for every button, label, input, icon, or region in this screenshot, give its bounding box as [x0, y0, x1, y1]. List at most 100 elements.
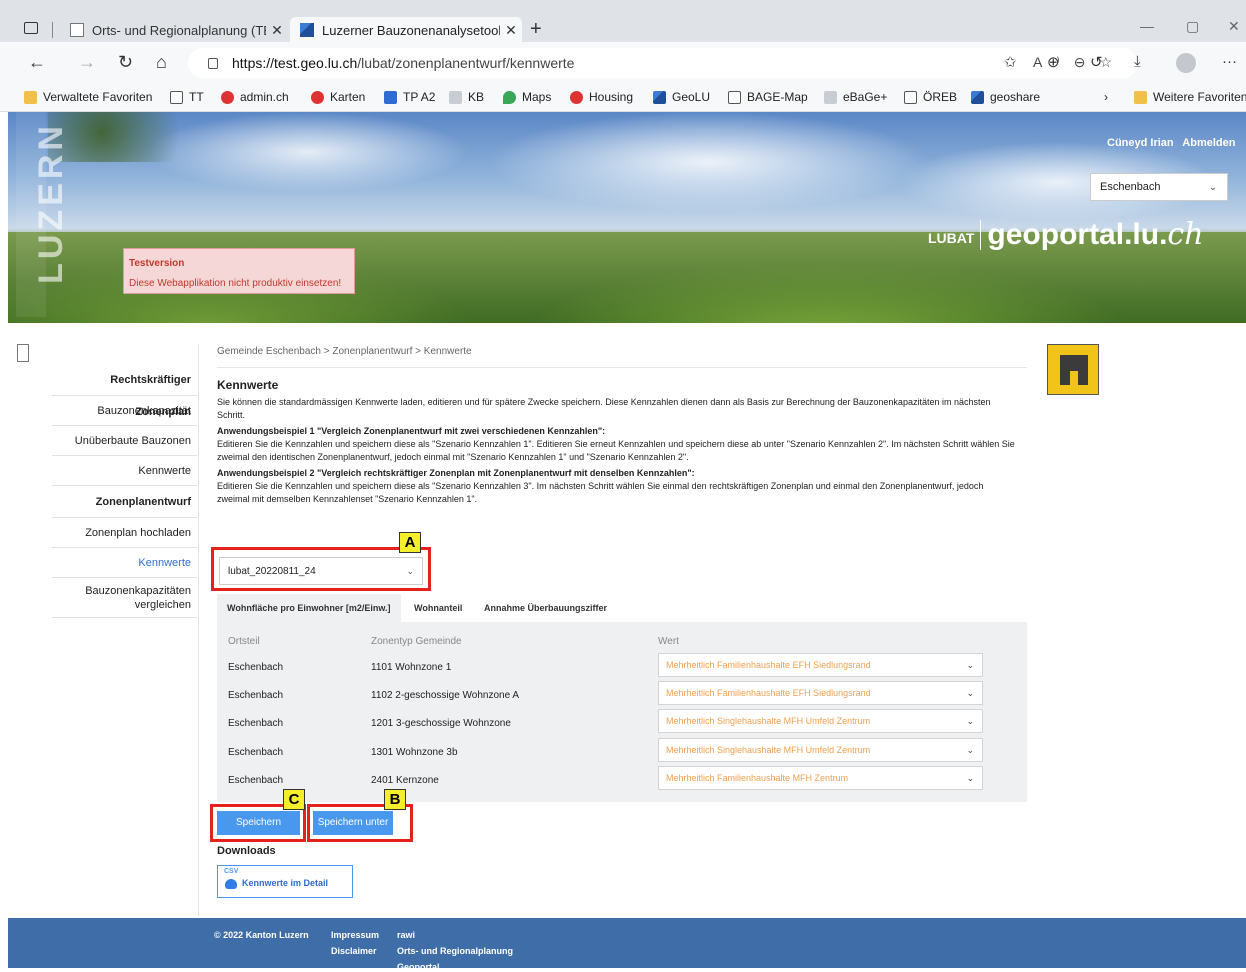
bookmark-item[interactable]: BAGE-Map	[728, 90, 808, 104]
new-tab-button[interactable]: +	[530, 18, 542, 41]
bookmark-item[interactable]: ÖREB	[904, 90, 957, 104]
chevron-down-icon: ⌄	[966, 745, 974, 755]
sidebar-item-rechtskraeftiger-zonenplan[interactable]: Rechtskräftiger Zonenplan	[52, 364, 197, 418]
user-name-link[interactable]: Cüneyd Irian	[1107, 137, 1174, 149]
wert-select[interactable]: Mehrheitlich Singlehaushalte MFH Umfeld …	[658, 738, 983, 762]
bookmark-item[interactable]: Maps	[503, 90, 551, 104]
save-as-button[interactable]: Speichern unter	[313, 811, 393, 835]
cell-ortsteil: Eschenbach	[228, 775, 284, 786]
close-tab-icon[interactable]: ✕	[500, 22, 522, 39]
chevron-right-icon[interactable]: ›	[1104, 90, 1108, 104]
bookmark-item[interactable]: Verwaltete Favoriten	[24, 90, 152, 104]
example1-text: Editieren Sie die Kennzahlen und speiche…	[217, 439, 1015, 462]
bookmark-item[interactable]: KB	[449, 90, 484, 104]
bookmark-item[interactable]: eBaGe+	[824, 90, 887, 104]
csv-tag: CSV	[224, 868, 239, 875]
example1-title: Anwendungsbeispiel 1 "Vergleich Zonenpla…	[217, 426, 606, 436]
footer-copyright: © 2022 Kanton Luzern	[214, 930, 309, 940]
bookmark-label: geoshare	[990, 90, 1041, 104]
minimize-icon[interactable]: —	[1140, 18, 1154, 34]
sidebar-item-kennwerte[interactable]: Kennwerte	[52, 456, 197, 486]
save-button[interactable]: Speichern	[217, 811, 300, 835]
cell-zonentyp: 1101 Wohnzone 1	[371, 662, 452, 673]
main-content: Gemeinde Eschenbach > Zonenplanentwurf >…	[217, 344, 1027, 506]
wert-value: Mehrheitlich Singlehaushalte MFH Umfeld …	[666, 716, 871, 726]
bookmark-item[interactable]: TT	[170, 90, 204, 104]
window-menu-icon[interactable]	[24, 22, 38, 34]
bookmark-item[interactable]: TP A2	[384, 90, 435, 104]
annotation-marker-c: C	[283, 789, 305, 810]
annotation-marker-a: A	[399, 532, 421, 553]
brand-geoportal-text: geoportal.lu.	[987, 218, 1168, 251]
footer-disclaimer-link[interactable]: Disclaimer	[331, 946, 377, 956]
bookmark-folder-more[interactable]: Weitere Favoriten	[1134, 90, 1246, 104]
wert-select[interactable]: Mehrheitlich Familienhaushalte MFH Zentr…	[658, 766, 983, 790]
geolu-icon	[971, 90, 984, 104]
sidebar-item-zonenplanentwurf[interactable]: Zonenplanentwurf	[52, 486, 197, 518]
logout-link[interactable]: Abmelden	[1182, 137, 1235, 149]
kennwert-table: Ortsteil Zonentyp Gemeinde Wert Eschenba…	[217, 622, 1027, 802]
breadcrumb[interactable]: Gemeinde Eschenbach > Zonenplanentwurf >…	[217, 344, 1027, 368]
forward-icon[interactable]: →	[78, 52, 96, 73]
reload-icon[interactable]: ↻	[118, 52, 133, 73]
geolu-icon	[653, 90, 666, 104]
eschenbach-coat-of-arms	[1047, 344, 1099, 395]
page-icon	[824, 90, 837, 104]
profile-avatar[interactable]	[1176, 53, 1196, 73]
page-icon	[904, 90, 917, 104]
bookmark-item[interactable]: Karten	[311, 90, 365, 104]
divider	[198, 344, 199, 916]
footer-rawi-link[interactable]: rawi	[397, 930, 415, 940]
home-icon[interactable]: ⌂	[156, 52, 167, 73]
close-window-icon[interactable]: ✕	[1228, 18, 1240, 35]
page-title: Kennwerte	[217, 378, 279, 392]
footer-impressum-link[interactable]: Impressum	[331, 930, 379, 940]
sidebar-item-zonenplan-hochladen[interactable]: Zonenplan hochladen	[52, 518, 197, 548]
more-icon[interactable]: ···	[1222, 53, 1237, 70]
footer-orts-link[interactable]: Orts- und Regionalplanung	[397, 946, 513, 956]
tree-image	[48, 112, 228, 162]
history-icon[interactable]: ↺	[1090, 53, 1103, 71]
bookmark-item[interactable]: admin.ch	[221, 90, 289, 104]
footer-geoportal-link[interactable]: Geoportal	[397, 962, 440, 972]
collections-icon[interactable]: ⊕	[1047, 53, 1060, 71]
cell-ortsteil: Eschenbach	[228, 747, 284, 758]
bookmark-item[interactable]: GeoLU	[653, 90, 710, 104]
tab-wohnanteil[interactable]: Wohnanteil	[404, 594, 472, 622]
url-field[interactable]: https://test.geo.lu.ch/lubat/zonenplanen…	[188, 48, 1138, 78]
csv-download-button[interactable]: CSV Kennwerte im Detail	[217, 865, 353, 898]
footer: © 2022 Kanton Luzern Impressum Disclaime…	[8, 918, 1246, 972]
cell-zonentyp: 1201 3-geschossige Wohnzone	[371, 718, 511, 729]
wert-select[interactable]: Mehrheitlich Familienhaushalte EFH Siedl…	[658, 653, 983, 677]
bookmark-label: GeoLU	[672, 90, 711, 104]
url-path: /lubat/zonenplanentwurf/kennwerte	[357, 55, 575, 71]
back-icon[interactable]: ←	[28, 52, 46, 73]
sidebar-item-bauzonenkapazitaeten-vergleichen[interactable]: Bauzonenkapazitäten vergleichen	[52, 578, 197, 618]
geoportal-logo[interactable]: LUBAT geoportal.lu.ch	[928, 220, 1204, 250]
bookmark-item[interactable]: Housing	[570, 90, 633, 104]
close-tab-icon[interactable]: ✕	[266, 22, 288, 39]
tab-ueberbauungsziffer[interactable]: Annahme Überbauungsziffer	[474, 594, 617, 622]
restore-icon[interactable]: ▢	[1186, 18, 1199, 35]
wert-select[interactable]: Mehrheitlich Singlehaushalte MFH Umfeld …	[658, 709, 983, 733]
cloud-download-icon	[225, 879, 237, 889]
tab-wohnflaeche[interactable]: Wohnfläche pro Einwohner [m2/Einw.]	[217, 594, 401, 622]
sidebar-item-bauzonenkapazitaet[interactable]: Bauzonenkapazität	[52, 396, 197, 426]
lock-icon	[208, 57, 218, 69]
kennwert-set-select[interactable]: lubat_20220811_24 ⌄	[219, 557, 423, 585]
favorites-icon[interactable]: ✩	[1004, 53, 1017, 71]
sidebar-item-kennwerte-active[interactable]: Kennwerte	[52, 548, 197, 578]
sidebar-item-unueberbaute-bauzonen[interactable]: Unüberbaute Bauzonen	[52, 426, 197, 456]
browser-tab[interactable]: Orts- und Regionalplanung (TEST ✕	[60, 17, 288, 43]
browser-tab-active[interactable]: Luzerner Bauzonenanalysetool (L ✕	[290, 17, 522, 43]
page-icon	[449, 90, 462, 104]
wert-select[interactable]: Mehrheitlich Familienhaushalte EFH Siedl…	[658, 681, 983, 705]
municipality-select[interactable]: Eschenbach ⌄	[1090, 173, 1228, 201]
bookmark-item[interactable]: geoshare	[971, 90, 1040, 104]
bookmark-label: TP A2	[403, 90, 436, 104]
brand-geoportal: geoportal.lu.ch	[987, 220, 1203, 250]
luzern-brand-strip: LUZERN	[16, 112, 70, 317]
bookmark-label: Maps	[522, 90, 552, 104]
chevron-down-icon: ⌄	[966, 716, 974, 726]
download-icon[interactable]: ⤓	[1134, 53, 1141, 70]
